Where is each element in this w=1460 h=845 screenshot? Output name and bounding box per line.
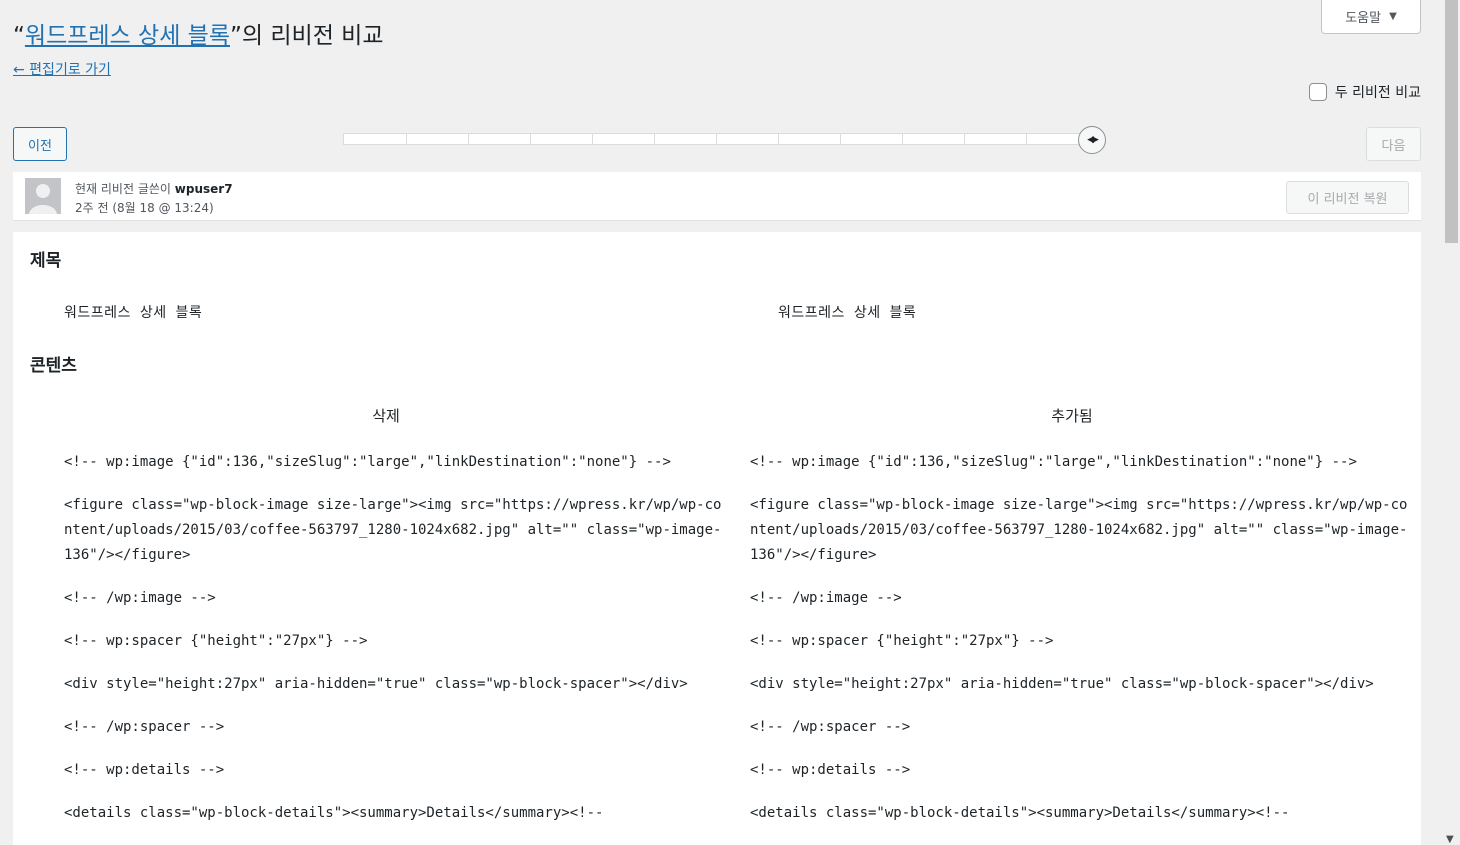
next-button[interactable]: 다음: [1366, 127, 1421, 161]
code-line: <div style="height:27px" aria-hidden="tr…: [750, 676, 1374, 692]
code-line: <div style="height:27px" aria-hidden="tr…: [64, 676, 688, 692]
code-line: <!-- wp:image {"id":136,"sizeSlug":"larg…: [750, 454, 1357, 470]
revision-screen: 도움말 ▼ “워드프레스 상세 블록”의 리비전 비교 ← 편집기로 가기 두 …: [13, 0, 1421, 845]
revision-meta-bar: 현재 리비전 글쓴이 wpuser7 2주 전 (8월 18 @ 13:24) …: [13, 172, 1421, 221]
code-line: <!-- /wp:spacer -->: [750, 719, 911, 735]
compare-two-toggle[interactable]: 두 리비전 비교: [1308, 82, 1421, 102]
revision-author: 현재 리비전 글쓴이 wpuser7: [75, 180, 233, 197]
restore-revision-button[interactable]: 이 리비전 복원: [1286, 181, 1409, 214]
content-section-heading: 콘텐츠: [30, 356, 77, 376]
title-suffix: ”의 리비전 비교: [229, 23, 384, 49]
diff-right-column: <!-- wp:image {"id":136,"sizeSlug":"larg…: [750, 450, 1410, 844]
code-line: <!-- wp:spacer {"height":"27px"} -->: [64, 633, 368, 649]
scroll-down-icon[interactable]: ▼: [1446, 834, 1454, 845]
code-line: <figure class="wp-block-image size-large…: [64, 497, 722, 563]
code-line: <!-- /wp:image -->: [750, 590, 902, 606]
code-line: <!-- /wp:image -->: [64, 590, 216, 606]
avatar-placeholder-icon: [25, 178, 61, 214]
code-line: <details class="wp-block-details"><summa…: [64, 805, 604, 821]
slider-tick[interactable]: [530, 133, 592, 145]
diff-panel: 제목 워드프레스 상세 블록 워드프레스 상세 블록 콘텐츠 삭제 추가됨 <!…: [13, 232, 1421, 845]
slider-handle[interactable]: ◀▶: [1078, 126, 1106, 154]
page-scrollbar[interactable]: ▼: [1443, 0, 1460, 845]
caret-down-icon: ▼: [1389, 11, 1397, 22]
slider-tick[interactable]: [778, 133, 840, 145]
arrows-left-right-icon: ◀▶: [1087, 135, 1099, 145]
code-line: <!-- wp:details -->: [64, 762, 225, 778]
code-line: <!-- /wp:spacer -->: [64, 719, 225, 735]
title-quote-open: “: [13, 23, 25, 49]
diff-left-column: <!-- wp:image {"id":136,"sizeSlug":"larg…: [64, 450, 724, 844]
author-name: wpuser7: [174, 182, 233, 196]
slider-tick[interactable]: [964, 133, 1026, 145]
added-column-header: 추가됨: [1051, 407, 1093, 425]
revision-slider[interactable]: ◀▶: [343, 126, 1106, 154]
slider-tick[interactable]: [343, 133, 406, 145]
slider-tick[interactable]: [716, 133, 778, 145]
slider-tick[interactable]: [902, 133, 964, 145]
slider-tick[interactable]: [592, 133, 654, 145]
compare-two-label: 두 리비전 비교: [1334, 85, 1421, 101]
previous-button[interactable]: 이전: [13, 127, 67, 161]
back-to-editor-link[interactable]: ← 편집기로 가기: [13, 60, 111, 80]
help-label: 도움말: [1345, 11, 1382, 26]
deleted-column-header: 삭제: [372, 407, 400, 425]
slider-tick[interactable]: [406, 133, 468, 145]
scrollbar-thumb[interactable]: [1445, 0, 1458, 243]
compare-two-checkbox[interactable]: [1308, 83, 1327, 101]
code-line: <figure class="wp-block-image size-large…: [750, 497, 1408, 563]
slider-tick[interactable]: [654, 133, 716, 145]
author-avatar: [25, 178, 61, 214]
page-title: “워드프레스 상세 블록”의 리비전 비교: [13, 18, 383, 54]
code-line: <details class="wp-block-details"><summa…: [750, 805, 1290, 821]
author-prefix: 현재 리비전 글쓴이: [75, 182, 171, 196]
code-line: <!-- wp:details -->: [750, 762, 911, 778]
title-left-value: 워드프레스 상세 블록: [64, 305, 203, 321]
post-title-link[interactable]: 워드프레스 상세 블록: [25, 23, 230, 49]
title-section-heading: 제목: [30, 251, 62, 271]
help-button[interactable]: 도움말 ▼: [1321, 0, 1421, 34]
code-line: <!-- wp:image {"id":136,"sizeSlug":"larg…: [64, 454, 671, 470]
slider-tick[interactable]: [468, 133, 530, 145]
title-right-value: 워드프레스 상세 블록: [778, 305, 917, 321]
slider-tick[interactable]: [840, 133, 902, 145]
revision-time: 2주 전 (8월 18 @ 13:24): [75, 201, 214, 215]
code-line: <!-- wp:spacer {"height":"27px"} -->: [750, 633, 1054, 649]
